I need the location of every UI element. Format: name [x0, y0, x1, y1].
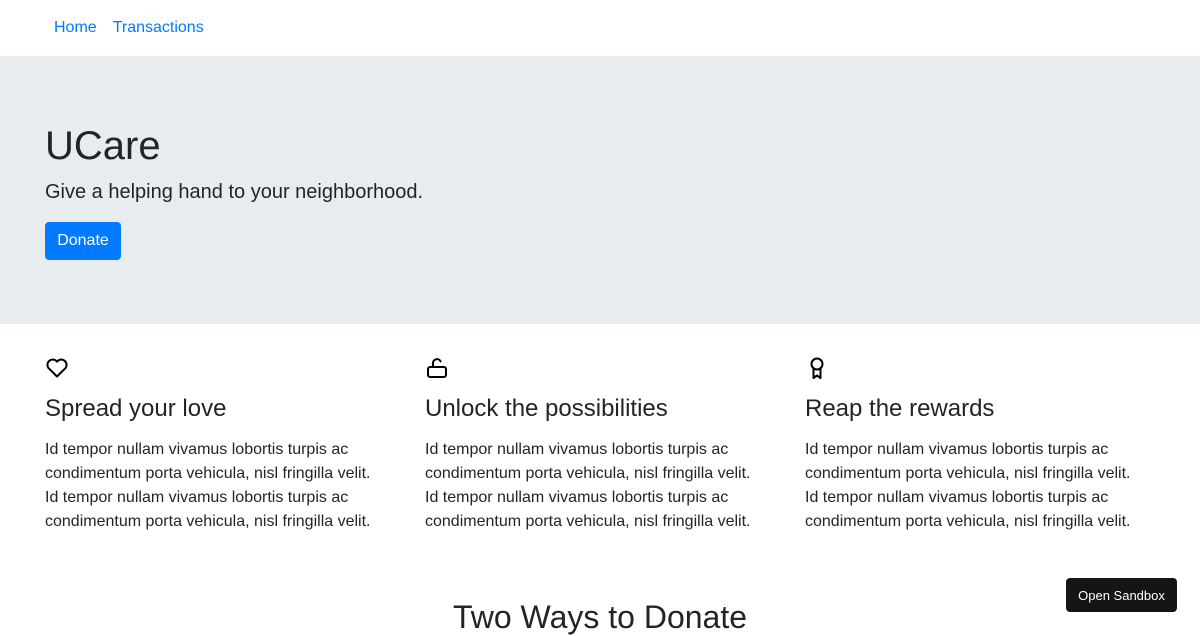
feature-spread-love: Spread your love Id tempor nullam vivamu… [45, 356, 385, 534]
heart-icon [45, 356, 69, 380]
nav-link-home[interactable]: Home [54, 20, 97, 36]
feature-title: Unlock the possibilities [425, 395, 668, 422]
donate-button[interactable]: Donate [45, 222, 121, 260]
hero-jumbotron: UCare Give a helping hand to your neighb… [0, 56, 1200, 324]
hero-title: UCare [45, 124, 161, 168]
feature-body: Id tempor nullam vivamus lobortis turpis… [425, 440, 751, 530]
feature-title: Reap the rewards [805, 395, 995, 422]
section-title: Two Ways to Donate [452, 599, 748, 635]
nav-link-transactions[interactable]: Transactions [113, 20, 204, 36]
feature-unlock: Unlock the possibilities Id tempor nulla… [425, 356, 765, 534]
award-icon [805, 356, 829, 380]
feature-body: Id tempor nullam vivamus lobortis turpis… [805, 440, 1131, 530]
unlock-icon [425, 356, 449, 380]
feature-body: Id tempor nullam vivamus lobortis turpis… [45, 440, 371, 530]
top-nav: Home Transactions [0, 0, 1200, 56]
open-sandbox-button[interactable]: Open Sandbox [1066, 578, 1177, 612]
hero-tagline: Give a helping hand to your neighborhood… [45, 181, 424, 203]
feature-rewards: Reap the rewards Id tempor nullam vivamu… [805, 356, 1145, 534]
feature-title: Spread your love [45, 395, 227, 422]
